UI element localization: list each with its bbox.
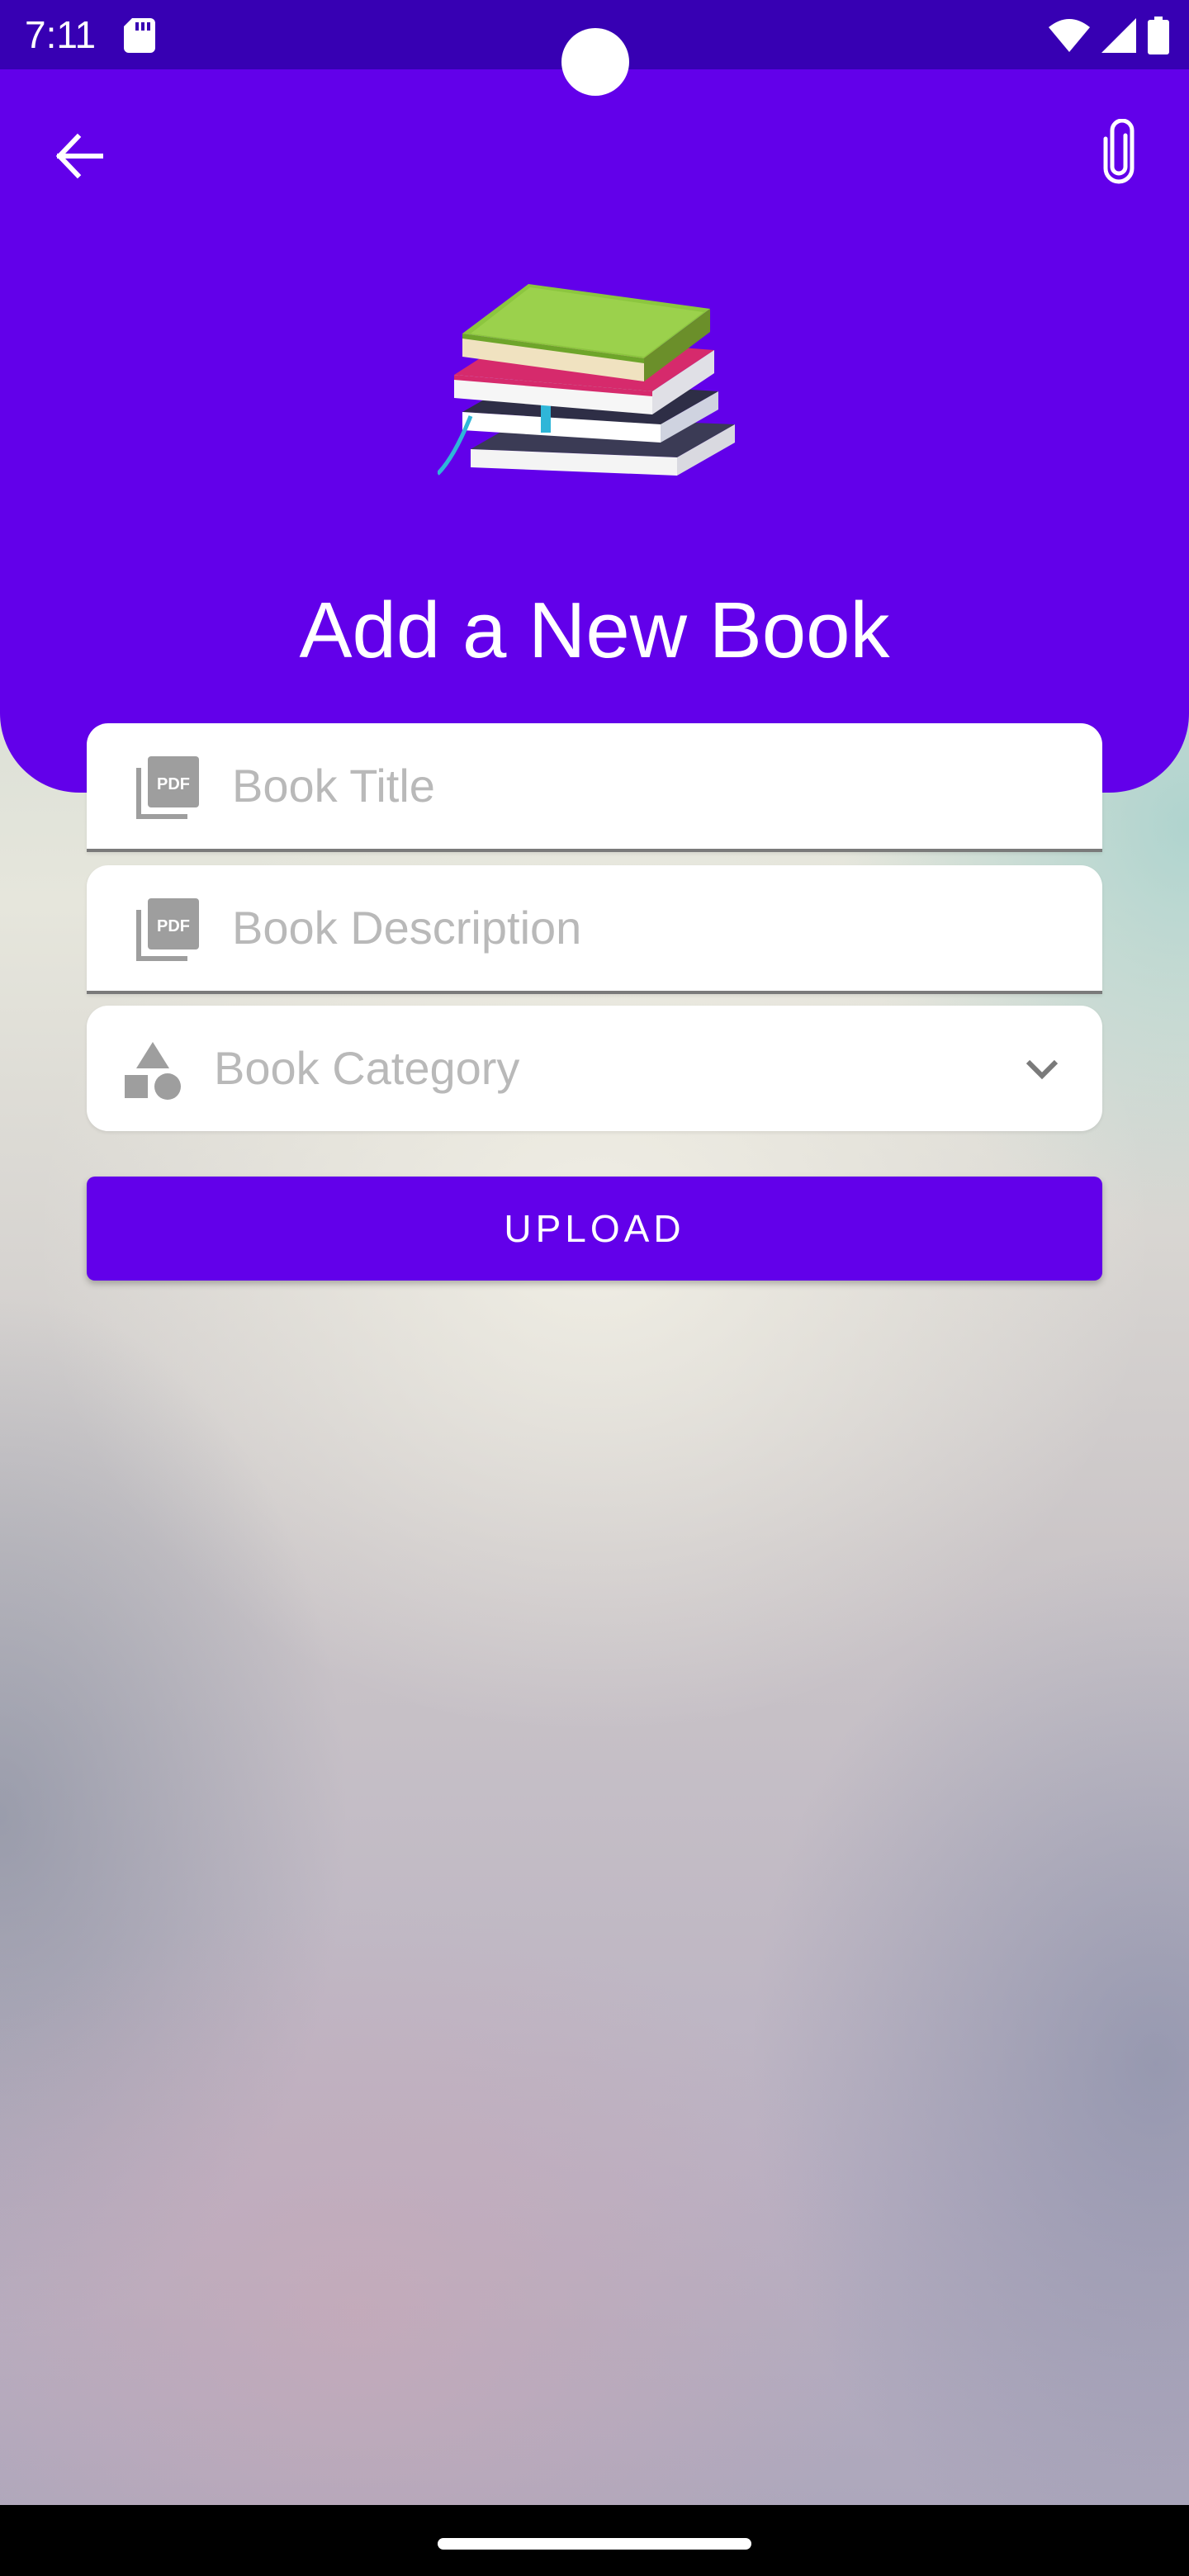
svg-text:PDF: PDF [157,917,190,935]
upload-button[interactable]: UPLOAD [87,1177,1102,1281]
shapes-icon [125,1042,181,1100]
pdf-icon: PDF [136,756,199,819]
status-time: 7:11 [25,13,97,56]
pdf-icon: PDF [136,898,199,961]
book-category-placeholder: Book Category [214,1042,520,1094]
navigation-bar [0,2505,1189,2576]
sd-card-icon [124,18,155,53]
book-description-field[interactable]: PDF Book Description [87,865,1102,994]
back-button[interactable] [41,119,116,193]
svg-text:PDF: PDF [157,775,190,793]
book-category-dropdown[interactable]: Book Category [87,1006,1102,1131]
paperclip-icon [1103,119,1135,184]
chevron-down-icon[interactable] [1021,1049,1063,1090]
page-title: Add a New Book [299,586,890,675]
wifi-icon [1049,19,1090,52]
attach-button[interactable] [1082,111,1156,193]
arrow-left-icon [55,133,103,179]
home-gesture-handle[interactable] [438,2538,751,2550]
battery-icon [1148,17,1169,54]
book-description-placeholder: Book Description [232,902,582,954]
books-stack-icon [438,284,735,476]
cellular-signal-icon [1101,18,1136,53]
camera-cutout [561,28,629,96]
book-title-field[interactable]: PDF Book Title [87,723,1102,852]
book-title-placeholder: Book Title [232,760,435,812]
header: Add a New Book [0,69,1189,793]
